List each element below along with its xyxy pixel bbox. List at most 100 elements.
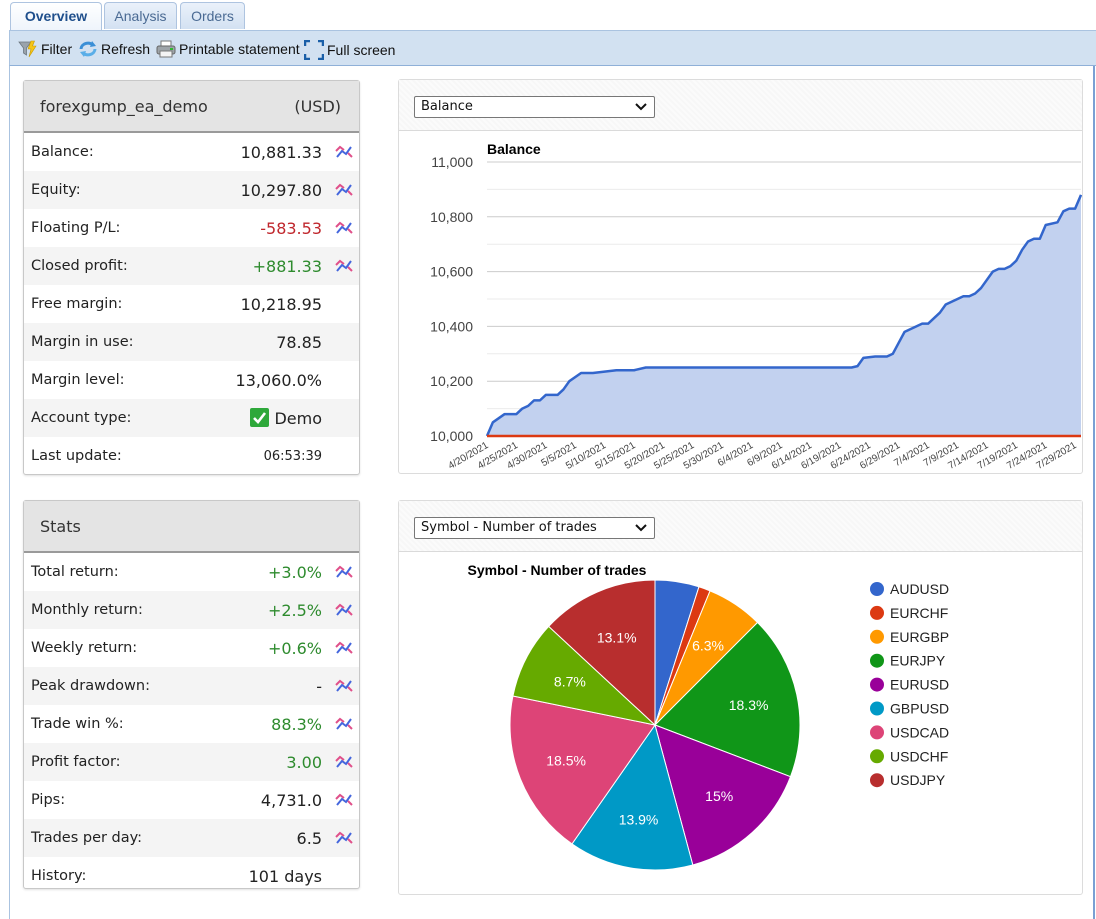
- stat-value: 78.85: [276, 332, 322, 352]
- line-chart-icon[interactable]: [335, 640, 353, 660]
- legend-label[interactable]: EURJPY: [890, 653, 946, 669]
- refresh-icon: [79, 41, 97, 57]
- legend-label[interactable]: EURCHF: [890, 605, 948, 621]
- stat-row: Trade win %: 88.3%: [24, 705, 359, 743]
- printable-statement-button[interactable]: Printable statement: [156, 40, 300, 58]
- legend-marker: [870, 773, 884, 788]
- stat-value: 10,297.80: [240, 180, 322, 200]
- stat-row: Margin in use: 78.85: [24, 323, 359, 361]
- tab-analysis[interactable]: Analysis: [104, 2, 177, 29]
- tab-orders[interactable]: Orders: [180, 2, 245, 29]
- legend-marker: [870, 653, 884, 668]
- legend-marker: [870, 582, 884, 596]
- stat-row: Floating P/L: -583.53: [24, 209, 359, 247]
- pie-slice-label: 18.3%: [729, 697, 769, 713]
- legend-marker: [870, 677, 884, 692]
- balance-chart-header: Balance: [399, 80, 1082, 131]
- legend-label[interactable]: USDCHF: [890, 748, 948, 764]
- stat-label: Margin in use:: [31, 334, 134, 350]
- stat-row: Weekly return: +0.6%: [24, 629, 359, 667]
- pie-slice-label: 13.9%: [619, 811, 659, 827]
- chevron-down-icon: [635, 103, 647, 111]
- stat-value: 10,218.95: [240, 294, 322, 314]
- line-chart-icon[interactable]: [335, 754, 353, 774]
- account-currency: (USD): [294, 96, 341, 116]
- stat-row: Closed profit: +881.33: [24, 247, 359, 285]
- line-chart-icon[interactable]: [335, 716, 353, 736]
- stat-value: +0.6%: [267, 638, 322, 658]
- pie-slice-label: 8.7%: [554, 673, 586, 689]
- line-chart-icon[interactable]: [335, 144, 353, 164]
- stat-value: 10,881.33: [240, 142, 322, 162]
- y-tick-label: 10,800: [430, 209, 473, 225]
- printable-statement-label: Printable statement: [179, 41, 300, 57]
- stat-label: Floating P/L:: [31, 220, 121, 236]
- line-chart-icon[interactable]: [335, 220, 353, 240]
- stat-label: Weekly return:: [31, 640, 138, 656]
- line-chart-icon[interactable]: [335, 258, 353, 278]
- balance-chart: Balance 10,000 10,200 10,400 10,600 10,800 11,…: [430, 141, 1082, 472]
- stat-label: Last update:: [31, 448, 122, 464]
- checkmark-icon: [250, 408, 270, 427]
- stats-header: Stats: [24, 501, 359, 553]
- stats-panel: Stats Total return: +3.0% Monthly return: +…: [23, 500, 360, 889]
- stat-label: Trade win %:: [31, 716, 124, 732]
- symbol-pie-chart: Symbol - Number of trades 6.3% 18.3% 15% 13.…: [468, 562, 949, 871]
- legend-marker: [870, 725, 884, 740]
- legend-label[interactable]: USDCAD: [890, 724, 949, 740]
- pie-slice-label: 13.1%: [597, 629, 637, 645]
- y-tick-label: 10,000: [430, 428, 473, 444]
- account-summary-panel: forexgump_ea_demo (USD) Balance: 10,881.3…: [23, 80, 360, 475]
- account-name: forexgump_ea_demo: [40, 96, 208, 116]
- symbol-chart-select[interactable]: Symbol - Number of trades: [414, 517, 655, 539]
- stat-row: Peak drawdown: -: [24, 667, 359, 705]
- stat-label: Peak drawdown:: [31, 678, 150, 694]
- line-chart-icon[interactable]: [335, 182, 353, 202]
- stat-value: -583.53: [260, 218, 322, 238]
- legend-label[interactable]: EURGBP: [890, 629, 949, 645]
- stat-label: Free margin:: [31, 296, 123, 312]
- fullscreen-icon: [304, 40, 324, 60]
- stat-row: Monthly return: +2.5%: [24, 591, 359, 629]
- legend-label[interactable]: EURUSD: [890, 677, 949, 693]
- stat-label: Trades per day:: [31, 830, 143, 846]
- stat-value: 6.5: [296, 828, 322, 848]
- account-header: forexgump_ea_demo (USD): [24, 81, 359, 133]
- legend-marker: [870, 701, 884, 716]
- full-screen-button[interactable]: Full screen: [304, 40, 395, 60]
- stat-label: Profit factor:: [31, 754, 121, 770]
- stat-value: 101 days: [248, 866, 322, 886]
- line-chart-icon[interactable]: [335, 792, 353, 812]
- refresh-button[interactable]: Refresh: [78, 40, 150, 58]
- legend-label[interactable]: AUDUSD: [890, 581, 949, 597]
- symbol-chart-select-value: Symbol - Number of trades: [421, 520, 597, 535]
- stat-label: Equity:: [31, 182, 81, 198]
- stat-row: Total return: +3.0%: [24, 553, 359, 591]
- stat-label: Monthly return:: [31, 602, 143, 618]
- line-chart-icon[interactable]: [335, 678, 353, 698]
- full-screen-label: Full screen: [327, 42, 396, 58]
- line-chart-icon[interactable]: [335, 830, 353, 850]
- stat-label: Closed profit:: [31, 258, 128, 274]
- legend-marker: [870, 749, 884, 764]
- stat-row: History: 101 days: [24, 857, 359, 895]
- chart-title: Balance: [487, 141, 541, 157]
- legend-label[interactable]: USDJPY: [890, 772, 946, 788]
- stat-value: +881.33: [252, 256, 322, 276]
- y-tick-label: 10,600: [430, 264, 473, 280]
- stat-value: 4,731.0: [260, 790, 322, 810]
- filter-button[interactable]: Filter: [18, 40, 72, 58]
- symbol-chart-header: Symbol - Number of trades: [399, 501, 1082, 552]
- line-chart-icon[interactable]: [335, 602, 353, 622]
- stat-value: 13,060.0%: [235, 370, 322, 390]
- stat-row: Profit factor: 3.00: [24, 743, 359, 781]
- stat-row: Margin level: 13,060.0%: [24, 361, 359, 399]
- legend-label[interactable]: GBPUSD: [890, 701, 949, 717]
- chart-type-select[interactable]: Balance: [414, 96, 655, 118]
- chart-type-select-value: Balance: [421, 99, 473, 114]
- stat-value: 88.3%: [271, 714, 322, 734]
- tab-overview[interactable]: Overview: [10, 2, 102, 31]
- stat-value: 3.00: [286, 752, 322, 772]
- line-chart-icon[interactable]: [335, 564, 353, 584]
- stat-row: Free margin: 10,218.95: [24, 285, 359, 323]
